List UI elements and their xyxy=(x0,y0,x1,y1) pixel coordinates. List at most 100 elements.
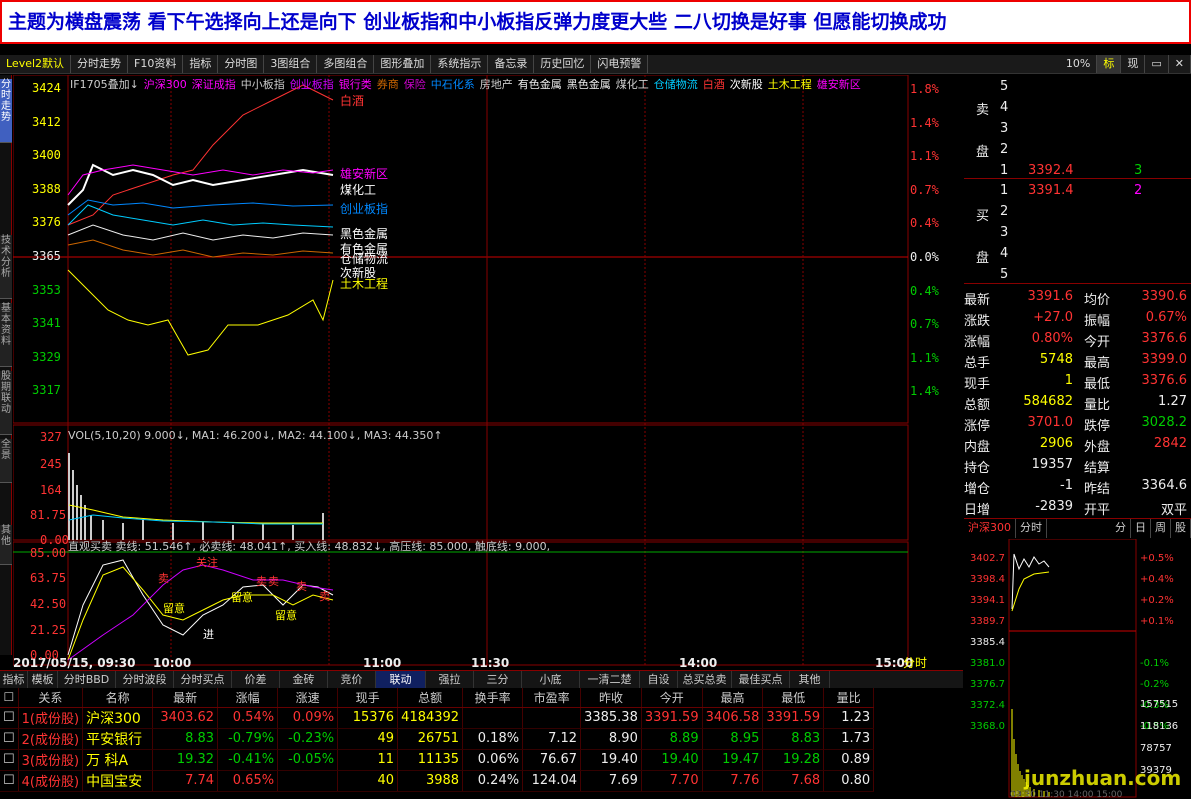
legend-item[interactable]: 深证成指 xyxy=(192,78,236,91)
nav-futures-link[interactable]: 股期联动 xyxy=(0,371,12,435)
toolbar-memo[interactable]: 备忘录 xyxy=(488,55,535,73)
table-header[interactable]: 现手 xyxy=(337,688,399,708)
legend-item[interactable]: IF1705叠加↓ xyxy=(70,78,139,91)
close-icon[interactable]: ✕ xyxy=(1169,55,1191,73)
bottom-tab[interactable]: 强拉 xyxy=(426,671,474,688)
bottom-tab[interactable]: 总买总卖 xyxy=(678,671,732,688)
table-header[interactable]: 今开 xyxy=(641,688,703,708)
row-checkbox[interactable]: ☐ xyxy=(0,749,19,771)
toolbar-level2[interactable]: Level2默认 xyxy=(0,55,72,73)
bottom-tab[interactable]: 指标 xyxy=(0,671,28,688)
table-cell: 11135 xyxy=(397,749,464,771)
mini-y-label: 3385.4 xyxy=(970,637,1005,648)
bottom-tab[interactable]: 分时波段 xyxy=(116,671,174,688)
table-header[interactable]: 量比 xyxy=(823,688,875,708)
bottom-tab[interactable]: 联动 xyxy=(376,671,426,688)
legend-item[interactable]: 保险 xyxy=(404,78,426,91)
minimize-icon[interactable]: ▭ xyxy=(1145,55,1169,73)
row-checkbox[interactable]: ☐ xyxy=(0,728,19,750)
stat-label: 今开 xyxy=(1084,335,1111,350)
select-all-checkbox[interactable]: ☐ xyxy=(0,688,19,708)
tab-biao[interactable]: 标 xyxy=(1097,55,1122,73)
bottom-tab[interactable]: 最佳买点 xyxy=(732,671,790,688)
toolbar-f10[interactable]: F10资料 xyxy=(128,55,184,73)
bottom-tab[interactable]: 模板 xyxy=(28,671,58,688)
table-header[interactable]: 涨速 xyxy=(277,688,339,708)
table-header[interactable]: 最新 xyxy=(152,688,219,708)
legend-item[interactable]: 白酒 xyxy=(703,78,725,91)
legend-item[interactable]: 券商 xyxy=(377,78,399,91)
table-row[interactable]: ☐ 4(成份股) 中国宝安 7.74 0.65% 40 3988 0.24% 124.04 7.6… xyxy=(0,770,875,792)
legend-item[interactable]: 房地产 xyxy=(480,78,513,91)
table-row[interactable]: ☐ 3(成份股) 万 科A 19.32 -0.41% -0.05% 11 11135 0.06%… xyxy=(0,749,875,771)
nav-intraday[interactable]: 分时走势 xyxy=(0,79,12,143)
overlay-lines xyxy=(67,84,334,356)
table-header[interactable]: 昨收 xyxy=(580,688,642,708)
bottom-tab[interactable]: 三分 xyxy=(474,671,522,688)
legend-item[interactable]: 中小板指 xyxy=(241,78,285,91)
mini-tab-stock[interactable]: 股 xyxy=(1171,519,1191,538)
nav-basic[interactable]: 基本资料 xyxy=(0,303,12,367)
nav-other[interactable]: 其他 xyxy=(0,525,12,565)
legend-item[interactable]: 仓储物流 xyxy=(654,78,698,91)
bottom-tab[interactable]: 其他 xyxy=(790,671,830,688)
toolbar-overlay[interactable]: 图形叠加 xyxy=(374,55,432,73)
bottom-tab[interactable]: 分时买点 xyxy=(174,671,232,688)
bottom-tab[interactable]: 一清二楚 xyxy=(580,671,640,688)
table-header[interactable]: 名称 xyxy=(82,688,154,708)
table-cell xyxy=(277,770,339,792)
toolbar-3-chart[interactable]: 3图组合 xyxy=(264,55,318,73)
toolbar-system[interactable]: 系统指示 xyxy=(431,55,489,73)
legend-item[interactable]: 次新股 xyxy=(730,78,763,91)
legend-item[interactable]: 银行类 xyxy=(339,78,372,91)
mini-tab-hs300[interactable]: 沪深300 xyxy=(964,519,1016,538)
bottom-tab[interactable]: 分时BBD xyxy=(58,671,116,688)
mini-tab-intraday[interactable]: 分时 xyxy=(1016,519,1047,538)
bottom-tab[interactable]: 价差 xyxy=(232,671,280,688)
fenshi-label[interactable]: 分时 xyxy=(903,656,927,670)
ind-y-label: 85.00 xyxy=(30,546,67,560)
toolbar-intraday[interactable]: 分时走势 xyxy=(71,55,129,73)
toolbar-intraday-chart[interactable]: 分时图 xyxy=(218,55,265,73)
table-header[interactable]: 最低 xyxy=(762,688,825,708)
toolbar-alert[interactable]: 闪电预警 xyxy=(591,55,649,73)
table-header[interactable]: 最高 xyxy=(702,688,764,708)
table-header[interactable]: 总额 xyxy=(397,688,464,708)
legend-item[interactable]: 中石化系 xyxy=(431,78,475,91)
mini-tab-day[interactable]: 日 xyxy=(1131,519,1151,538)
nav-panorama[interactable]: 全景 xyxy=(0,439,12,483)
row-checkbox[interactable]: ☐ xyxy=(0,770,19,792)
legend-item[interactable]: 黑色金属 xyxy=(567,78,611,91)
y-label-pct: 1.4% xyxy=(910,116,939,130)
mini-tab-fen[interactable]: 分 xyxy=(1111,519,1131,538)
legend-item[interactable]: 土木工程 xyxy=(768,78,812,91)
mini-tab-week[interactable]: 周 xyxy=(1151,519,1171,538)
table-row[interactable]: ☐ 1(成份股) 沪深300 3403.62 0.54% 0.09% 15376 418439… xyxy=(0,707,875,729)
legend-item[interactable]: 有色金属 xyxy=(518,78,562,91)
bottom-tab[interactable]: 金砖 xyxy=(280,671,328,688)
legend-item[interactable]: 煤化工 xyxy=(616,78,649,91)
legend-item[interactable]: 创业板指 xyxy=(290,78,334,91)
bottom-tab[interactable]: 竞价 xyxy=(328,671,376,688)
table-cell: -0.05% xyxy=(277,749,339,771)
stat-label: 总额 xyxy=(964,398,991,413)
table-cell: 3391.59 xyxy=(762,707,825,729)
stat-label: 日增 xyxy=(964,503,991,518)
table-header[interactable]: 换手率 xyxy=(462,688,524,708)
table-header[interactable]: 关系 xyxy=(18,688,84,708)
tab-xian[interactable]: 现 xyxy=(1121,55,1146,73)
toolbar-history[interactable]: 历史回忆 xyxy=(534,55,592,73)
nav-technical[interactable]: 技术分析 xyxy=(0,235,12,299)
bottom-tab[interactable]: 自设 xyxy=(640,671,678,688)
zoom-pct[interactable]: 10% xyxy=(1060,55,1098,73)
intraday-chart[interactable]: 卖 关注 卖 卖 留意 留意 进 留意 卖 卖 白酒 雄安新区 煤化工 创业板指… xyxy=(13,75,963,670)
row-checkbox[interactable]: ☐ xyxy=(0,707,19,729)
legend-item[interactable]: 沪深300 xyxy=(144,78,187,91)
legend-item[interactable]: 雄安新区 xyxy=(817,78,861,91)
toolbar-multi-chart[interactable]: 多图组合 xyxy=(317,55,375,73)
toolbar-indicator[interactable]: 指标 xyxy=(183,55,219,73)
table-row[interactable]: ☐ 2(成份股) 平安银行 8.83 -0.79% -0.23% 49 26751 0.18% 7… xyxy=(0,728,875,750)
table-header[interactable]: 涨幅 xyxy=(217,688,279,708)
table-header[interactable]: 市盈率 xyxy=(522,688,582,708)
bottom-tab[interactable]: 小底 xyxy=(522,671,580,688)
